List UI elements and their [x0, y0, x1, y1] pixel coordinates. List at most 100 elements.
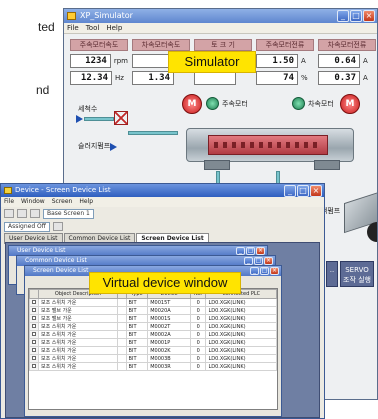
readout-header: 차속모터전류	[318, 39, 376, 51]
main-motor-icon[interactable]: M	[182, 94, 202, 114]
row-checkbox[interactable]	[32, 355, 36, 360]
menu-window[interactable]: Window	[21, 197, 45, 207]
row-checkbox[interactable]	[32, 331, 36, 336]
table-cell: M0002A	[147, 330, 191, 339]
table-cell: 보조 스위치 가운	[37, 298, 119, 307]
table-cell: 보조 스위치 가운	[37, 362, 119, 371]
side-button-left[interactable]: ..	[326, 261, 338, 287]
table-cell: 보조 스위치 가운	[37, 346, 119, 355]
close-button[interactable]: ×	[264, 257, 273, 265]
minimize-button[interactable]: _	[236, 247, 245, 255]
table-cell: M0002T	[147, 322, 191, 331]
row-checkbox[interactable]	[32, 315, 36, 320]
table-row[interactable]: 보조 스위치 가운 BIT M0002T 0 LD0.XGK(LINK)	[29, 322, 277, 331]
close-button[interactable]: ×	[270, 267, 279, 275]
minimize-button[interactable]: _	[337, 10, 349, 22]
maximize-button[interactable]: □	[350, 10, 362, 22]
readout-value	[194, 71, 236, 85]
table-cell: 0	[189, 322, 207, 331]
child-title: Screen Device List	[33, 267, 89, 274]
row-checkbox[interactable]	[32, 339, 36, 344]
row-checkbox-cell	[29, 322, 39, 331]
table-row[interactable]: 보조 스위치 가운 BIT M0002A 0 LD0.XGK(LINK)	[29, 330, 277, 339]
device-title-bar[interactable]: Device - Screen Device List _ □ ×	[1, 184, 324, 197]
table-cell	[117, 338, 127, 347]
column-header[interactable]	[29, 289, 39, 299]
table-cell: LD0.XGK(LINK)	[205, 362, 277, 371]
table-row[interactable]: 보조 스위치 가운 BIT M0003B 0 LD0.XGK(LINK)	[29, 354, 277, 363]
machine-foot	[204, 160, 230, 170]
row-checkbox[interactable]	[32, 323, 36, 328]
screen-select[interactable]: Base Screen 1	[43, 208, 94, 219]
maximize-button[interactable]: □	[254, 257, 263, 265]
table-cell	[117, 362, 127, 371]
toolbar-back-icon[interactable]	[4, 209, 14, 218]
readout-value: 12.34	[70, 71, 112, 85]
row-checkbox[interactable]	[32, 299, 36, 304]
maximize-button[interactable]: □	[297, 185, 309, 197]
row-checkbox[interactable]	[32, 307, 36, 312]
table-cell: M0020A	[147, 306, 191, 315]
toolbar-filter-icon[interactable]	[52, 222, 63, 231]
minimize-button[interactable]: _	[284, 185, 296, 197]
table-row[interactable]: 보조 스위치 가운 BIT M0001P 0 LD0.XGK(LINK)	[29, 338, 277, 347]
table-cell: 0	[189, 354, 207, 363]
simulator-title-bar[interactable]: XP_Simulator _ □ ×	[64, 9, 377, 23]
maximize-button[interactable]: □	[246, 247, 255, 255]
simulator-callout: Simulator	[168, 51, 256, 73]
table-cell: 0	[189, 346, 207, 355]
readout-unit: Hz	[115, 74, 124, 82]
simulator-menu-bar: File Tool Help	[64, 23, 377, 34]
menu-tool[interactable]: Tool	[86, 23, 100, 33]
row-checkbox-cell	[29, 306, 39, 315]
minimize-button[interactable]: _	[250, 267, 259, 275]
row-checkbox-cell	[29, 298, 39, 307]
menu-help[interactable]: Help	[106, 23, 122, 33]
assign-filter-select[interactable]: Assigned Off	[4, 221, 50, 232]
inlet-pipe	[128, 131, 178, 135]
table-cell: 0	[189, 298, 207, 307]
page-text-fragment-2: nd	[36, 83, 50, 97]
table-row[interactable]: 보조 밸브 가운 BIT M0001S 0 LD0.XGK(LINK)	[29, 314, 277, 323]
menu-help[interactable]: Help	[79, 197, 93, 207]
row-checkbox[interactable]	[32, 363, 36, 368]
menu-file[interactable]: File	[4, 197, 14, 207]
minimize-button[interactable]: _	[244, 257, 253, 265]
feed-water-label: 세척수	[78, 105, 98, 113]
table-cell: 보조 스위치 가운	[37, 354, 119, 363]
machine-foot	[314, 160, 340, 170]
table-row[interactable]: 보조 스위치 가운 BIT M0002K 0 LD0.XGK(LINK)	[29, 346, 277, 355]
close-button[interactable]: ×	[363, 10, 375, 22]
row-checkbox-cell	[29, 354, 39, 363]
main-motor-lamp	[206, 97, 219, 110]
toolbar-forward-icon[interactable]	[17, 209, 27, 218]
table-row[interactable]: 보조 스위치 가운 BIT M0015T 0 LD0.XGK(LINK)	[29, 298, 277, 307]
servo-button[interactable]: SERVO 조작 실행	[340, 261, 374, 287]
menu-screen[interactable]: Screen	[52, 197, 73, 207]
close-button[interactable]: ×	[256, 247, 265, 255]
row-checkbox-cell	[29, 362, 39, 371]
table-cell: LD0.XGK(LINK)	[205, 322, 277, 331]
table-cell: 0	[189, 306, 207, 315]
row-checkbox-cell	[29, 338, 39, 347]
menu-file[interactable]: File	[67, 23, 79, 33]
row-checkbox[interactable]	[32, 347, 36, 352]
toolbar-refresh-icon[interactable]	[30, 209, 40, 218]
table-cell: BIT	[125, 338, 149, 347]
table-cell	[117, 354, 127, 363]
table-cell: M0003R	[147, 362, 191, 371]
simulator-title: XP_Simulator	[80, 11, 133, 20]
table-cell: M0015T	[147, 298, 191, 307]
table-cell: BIT	[125, 362, 149, 371]
readout-unit: A	[363, 57, 368, 65]
sub-motor-lamp	[292, 97, 305, 110]
sub-motor-icon[interactable]: M	[340, 94, 360, 114]
close-button[interactable]: ×	[310, 185, 322, 197]
servo-button-line2: 조작 실행	[343, 276, 371, 284]
maximize-button[interactable]: □	[260, 267, 269, 275]
valve-icon[interactable]	[114, 111, 128, 125]
table-row[interactable]: 보조 스위치 가운 BIT M0003R 0 LD0.XGK(LINK)	[29, 362, 277, 371]
table-cell: BIT	[125, 298, 149, 307]
table-cell: 0	[189, 330, 207, 339]
table-row[interactable]: 보조 밸브 가운 BIT M0020A 0 LD0.XGK(LINK)	[29, 306, 277, 315]
